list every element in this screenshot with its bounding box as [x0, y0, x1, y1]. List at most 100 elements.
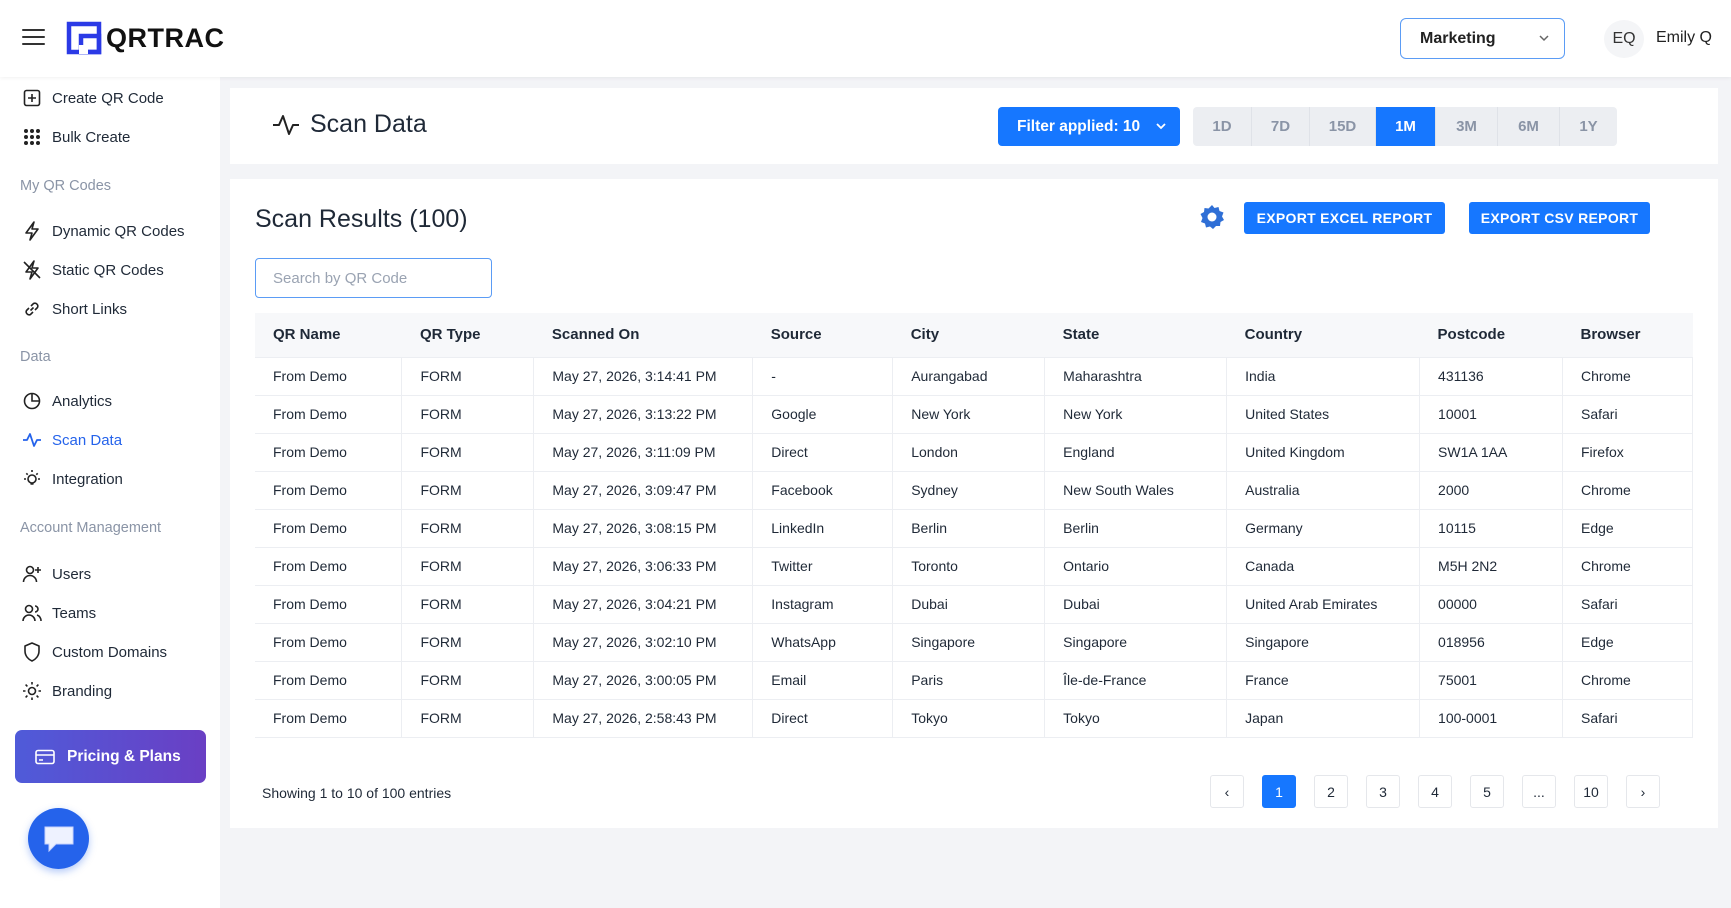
pagination-ellipsis[interactable]: ...: [1522, 775, 1556, 808]
column-header-postcode[interactable]: Postcode: [1419, 313, 1563, 358]
section-label-data: Data: [20, 349, 51, 365]
sidebar-item-label: Static QR Codes: [52, 261, 164, 279]
sidebar-item-short-links[interactable]: Short Links: [0, 294, 220, 324]
table-cell: London: [892, 433, 1046, 472]
chat-button[interactable]: [28, 808, 89, 869]
table-cell: Safari: [1562, 699, 1694, 738]
table-row[interactable]: From Demo FORM May 27, 2026, 3:09:47 PM Fac…: [255, 471, 1694, 510]
settings-gear-icon[interactable]: [1198, 203, 1226, 231]
range-button-1d[interactable]: 1D: [1193, 107, 1252, 146]
sidebar-item-branding[interactable]: Branding: [0, 676, 220, 706]
column-header-country[interactable]: Country: [1226, 313, 1420, 358]
column-header-qr-type[interactable]: QR Type: [401, 313, 534, 358]
chat-bubble-icon: [44, 826, 73, 852]
table-row[interactable]: From Demo FORM May 27, 2026, 3:13:22 PM Goo…: [255, 395, 1694, 434]
column-header-qr-name[interactable]: QR Name: [255, 313, 402, 358]
table-cell: Chrome: [1562, 547, 1694, 586]
range-button-6m[interactable]: 6M: [1498, 107, 1560, 146]
pagination-page-2[interactable]: 2: [1314, 775, 1348, 808]
activity-icon: [272, 114, 300, 136]
table-row[interactable]: From Demo FORM May 27, 2026, 3:00:05 PM Ema…: [255, 661, 1694, 700]
sidebar-item-static-qr-codes[interactable]: Static QR Codes: [0, 255, 220, 285]
scan-results-card: Scan Results (100) EXPORT EXCEL REPORT E…: [230, 179, 1718, 828]
sidebar: Create QR Code Bulk Create My QR Codes D…: [0, 77, 220, 908]
table-cell: -: [752, 356, 894, 396]
table-cell: 431136: [1419, 356, 1563, 396]
results-title: Scan Results (100): [255, 205, 468, 233]
table-cell: Dubai: [1044, 585, 1228, 624]
table-cell: M5H 2N2: [1419, 547, 1563, 586]
range-button-1y[interactable]: 1Y: [1560, 107, 1617, 146]
table-cell: Chrome: [1562, 356, 1694, 396]
pagination: ‹ 1 2 3 4 5 ... 10 ›: [1210, 775, 1660, 808]
column-header-scanned-on[interactable]: Scanned On: [533, 313, 753, 358]
team-selector[interactable]: Marketing: [1400, 18, 1565, 59]
table-cell: SW1A 1AA: [1419, 433, 1563, 472]
sidebar-item-integration[interactable]: Integration: [0, 464, 220, 494]
pagination-page-3[interactable]: 3: [1366, 775, 1400, 808]
pagination-prev-button[interactable]: ‹: [1210, 775, 1244, 808]
user-name[interactable]: Emily Q: [1656, 29, 1712, 47]
table-cell: Chrome: [1562, 661, 1694, 700]
table-cell: Australia: [1226, 471, 1421, 510]
sidebar-item-custom-domains[interactable]: Custom Domains: [0, 637, 220, 667]
table-cell: May 27, 2026, 3:02:10 PM: [533, 623, 754, 662]
table-cell: FORM: [401, 547, 535, 586]
table-cell: Twitter: [752, 547, 894, 586]
export-csv-button[interactable]: EXPORT CSV REPORT: [1469, 202, 1650, 234]
column-header-source[interactable]: Source: [752, 313, 893, 358]
table-cell: 100-0001: [1419, 699, 1563, 738]
column-header-browser[interactable]: Browser: [1562, 313, 1693, 358]
sidebar-item-analytics[interactable]: Analytics: [0, 386, 220, 416]
sidebar-item-create-qr-code[interactable]: Create QR Code: [0, 83, 220, 113]
export-excel-button[interactable]: EXPORT EXCEL REPORT: [1244, 202, 1445, 234]
table-row[interactable]: From Demo FORM May 27, 2026, 3:08:15 PM Lin…: [255, 509, 1694, 548]
menu-icon[interactable]: [22, 29, 45, 46]
sidebar-item-teams[interactable]: Teams: [0, 598, 220, 628]
section-label-account-management: Account Management: [20, 520, 162, 536]
table-cell: From Demo: [255, 471, 403, 510]
table-row[interactable]: From Demo FORM May 27, 2026, 3:14:41 PM - Au…: [255, 356, 1694, 396]
column-header-state[interactable]: State: [1044, 313, 1227, 358]
pagination-next-button[interactable]: ›: [1626, 775, 1660, 808]
column-header-city[interactable]: City: [892, 313, 1045, 358]
team-selector-value: Marketing: [1420, 29, 1496, 47]
scan-data-header: Scan Data Filter applied: 10 1D 7D 15D 1…: [230, 88, 1718, 164]
sidebar-item-label: Teams: [52, 604, 97, 622]
table-row[interactable]: From Demo FORM May 27, 2026, 3:04:21 PM Ins…: [255, 585, 1694, 624]
sidebar-item-label: Integration: [52, 470, 123, 488]
table-cell: Canada: [1226, 547, 1421, 586]
table-row[interactable]: From Demo FORM May 27, 2026, 3:06:33 PM Twi…: [255, 547, 1694, 586]
pagination-page-10[interactable]: 10: [1574, 775, 1608, 808]
pricing-plans-button[interactable]: Pricing & Plans: [15, 730, 206, 783]
sidebar-item-dynamic-qr-codes[interactable]: Dynamic QR Codes: [0, 216, 220, 246]
table-cell: 018956: [1419, 623, 1563, 662]
pagination-page-1[interactable]: 1: [1262, 775, 1296, 808]
pagination-page-4[interactable]: 4: [1418, 775, 1452, 808]
table-row[interactable]: From Demo FORM May 27, 2026, 3:11:09 PM Dir…: [255, 433, 1694, 472]
table-cell: New York: [892, 395, 1046, 434]
range-button-15d[interactable]: 15D: [1310, 107, 1376, 146]
sidebar-item-scan-data[interactable]: Scan Data: [0, 425, 220, 455]
range-button-3m[interactable]: 3M: [1436, 107, 1498, 146]
section-label-my-qr-codes: My QR Codes: [20, 178, 112, 194]
filter-dropdown-button[interactable]: Filter applied: 10: [998, 107, 1180, 146]
pagination-page-5[interactable]: 5: [1470, 775, 1504, 808]
sidebar-item-bulk-create[interactable]: Bulk Create: [0, 122, 220, 152]
brand-logo[interactable]: QRTRAC: [66, 20, 225, 56]
user-plus-icon: [21, 563, 43, 585]
range-button-1m[interactable]: 1M: [1376, 107, 1436, 146]
range-button-7d[interactable]: 7D: [1252, 107, 1310, 146]
table-row[interactable]: From Demo FORM May 27, 2026, 2:58:43 PM Dir…: [255, 699, 1694, 738]
avatar[interactable]: EQ: [1604, 20, 1644, 58]
table-cell: Dubai: [892, 585, 1046, 624]
table-header-row: QR Name QR Type Scanned On Source City S…: [255, 313, 1693, 358]
table-cell: May 27, 2026, 2:58:43 PM: [533, 699, 754, 738]
table-row[interactable]: From Demo FORM May 27, 2026, 3:02:10 PM Wha…: [255, 623, 1694, 662]
bulb-icon: [21, 468, 43, 490]
sidebar-item-users[interactable]: Users: [0, 559, 220, 589]
table-cell: May 27, 2026, 3:04:21 PM: [533, 585, 754, 624]
search-input[interactable]: [255, 258, 492, 298]
table-cell: 10115: [1419, 509, 1563, 548]
pricing-plans-label: Pricing & Plans: [67, 747, 181, 765]
